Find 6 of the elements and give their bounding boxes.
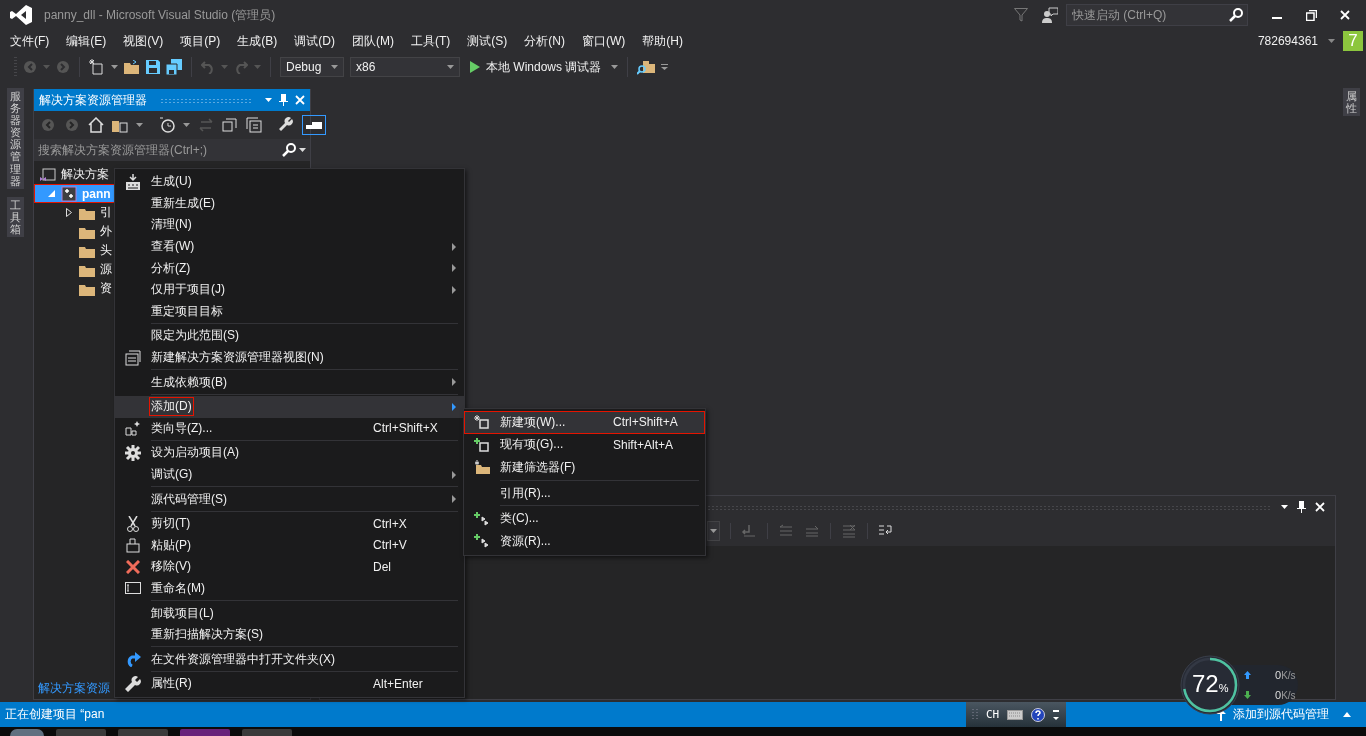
memory-percent: 72%	[1192, 670, 1229, 698]
upload-speed: 0K/s	[1275, 669, 1296, 681]
panel-title: 解决方案资源管理器	[39, 91, 147, 109]
window-title: panny_dll - Microsoft Visual Studio (管理员)	[44, 6, 276, 24]
download-speed: 0K/s	[1275, 689, 1296, 701]
status-message: 正在创建项目 “pan	[4, 706, 106, 723]
